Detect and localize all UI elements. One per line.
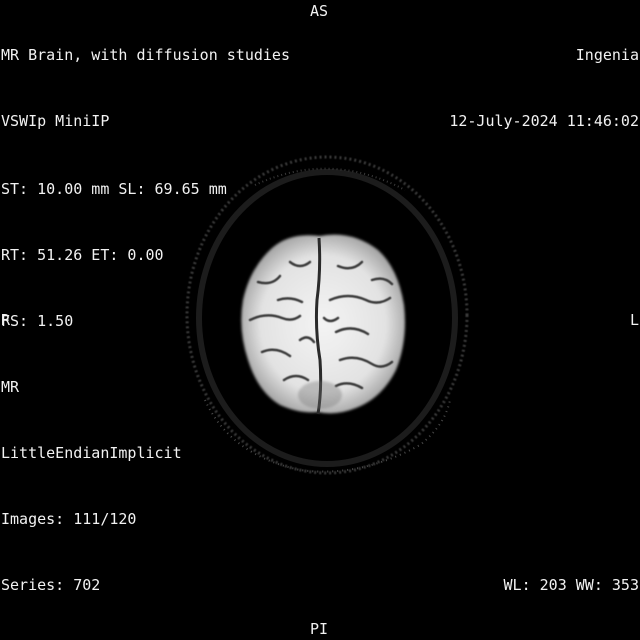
slice-thickness-location: ST: 10.00 mm SL: 69.65 mm xyxy=(1,180,227,198)
institution-name: Ingenia xyxy=(575,46,639,64)
series-description: VSWIp MiniIP xyxy=(1,112,110,130)
study-description: MR Brain, with diffusion studies xyxy=(1,46,290,64)
orientation-bottom-marker: PI xyxy=(310,620,329,638)
series-number: Series: 702 xyxy=(1,576,101,594)
modality: MR xyxy=(1,378,20,396)
overlay-bottom-left: ST: 10.00 mm SL: 69.65 mm RT: 51.26 ET: … xyxy=(1,134,227,640)
orientation-left-marker: R xyxy=(1,311,11,329)
field-strength: FS: 1.50 xyxy=(1,312,74,330)
repetition-echo-time: RT: 51.26 ET: 0.00 xyxy=(1,246,164,264)
study-datetime: 12-July-2024 11:46:02 xyxy=(449,112,639,130)
orientation-right-marker: L xyxy=(629,311,639,329)
image-counter: Images: 111/120 xyxy=(1,510,137,528)
transfer-syntax: LittleEndianImplicit xyxy=(1,444,182,462)
overlay-bottom-right: WL: 203 WW: 353 xyxy=(504,530,639,640)
overlay-top-right: Ingenia 12-July-2024 11:46:02 xyxy=(449,0,639,176)
orientation-top-marker: AS xyxy=(310,2,329,20)
window-level-width: WL: 203 WW: 353 xyxy=(503,576,639,594)
image-viewport[interactable]: MR Brain, with diffusion studies VSWIp M… xyxy=(0,0,640,640)
